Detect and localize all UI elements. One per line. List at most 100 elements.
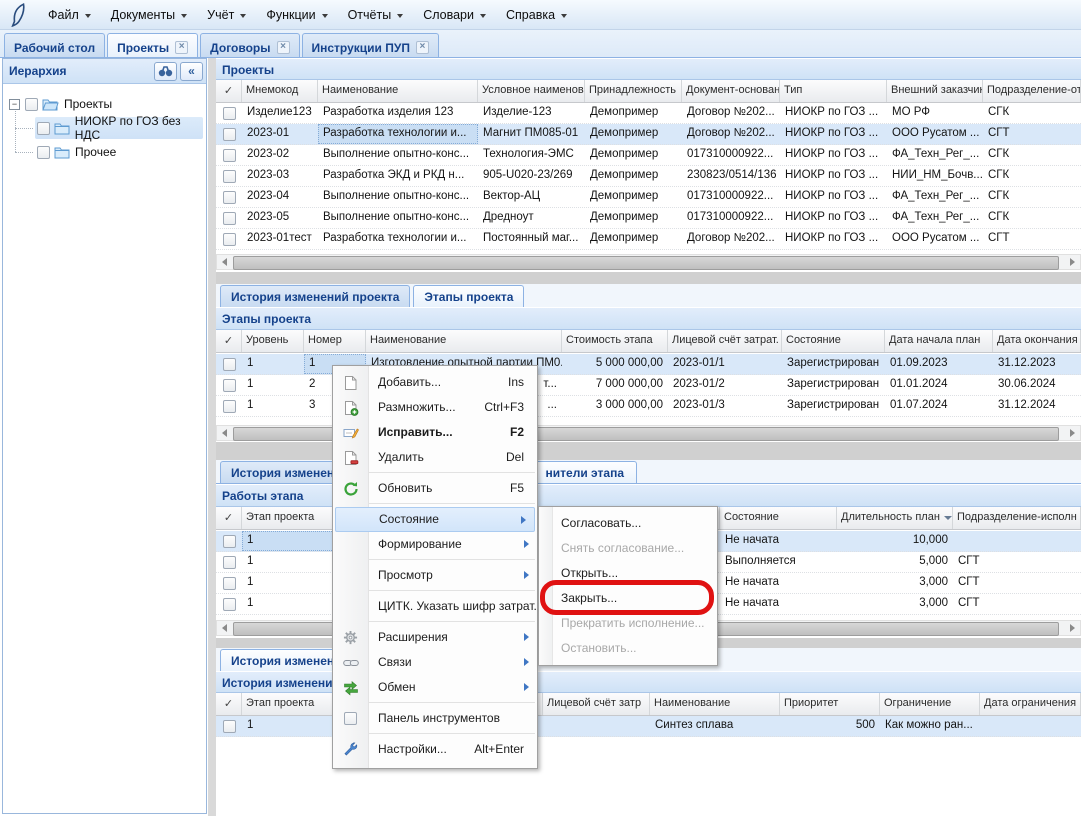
tab-close-icon[interactable]: × xyxy=(175,41,188,54)
menubar-item-dictionaries[interactable]: Словари xyxy=(413,4,496,26)
row-checkbox[interactable] xyxy=(223,577,236,590)
works-select-all-header[interactable]: ✓ xyxy=(216,507,242,529)
projects-select-all-header[interactable]: ✓ xyxy=(216,80,242,102)
context-menu-item-links[interactable]: Связи xyxy=(333,650,537,675)
stages-column-header-7[interactable]: Дата окончания п xyxy=(993,330,1081,352)
projects-column-header-4[interactable]: Документ-основан xyxy=(682,80,780,102)
tree-checkbox[interactable] xyxy=(25,98,38,111)
row-checkbox[interactable] xyxy=(223,128,236,141)
projects-column-header-3[interactable]: Принадлежность xyxy=(585,80,682,102)
window-tab-projects[interactable]: Проекты× xyxy=(107,33,198,57)
scroll-right-icon[interactable] xyxy=(1070,624,1075,632)
menubar-item-file[interactable]: Файл xyxy=(38,4,101,26)
menubar-item-accounting[interactable]: Учёт xyxy=(197,4,256,26)
stages-select-all-header[interactable]: ✓ xyxy=(216,330,242,352)
stages-tab-1[interactable]: Этапы проекта xyxy=(413,285,524,307)
search-button[interactable] xyxy=(154,62,177,81)
tree-collapse-icon[interactable]: − xyxy=(9,99,20,110)
stages-column-header-4[interactable]: Лицевой счёт затрат. xyxy=(668,330,782,352)
row-checkbox[interactable] xyxy=(223,191,236,204)
row-checkbox[interactable] xyxy=(223,212,236,225)
stages-column-header-6[interactable]: Дата начала план xyxy=(885,330,993,352)
menubar-item-help[interactable]: Справка xyxy=(496,4,577,26)
projects-row-3[interactable]: 2023-03Разработка ЭКД и РКД н...905-U020… xyxy=(216,166,1081,187)
works-column-header-1[interactable]: Состояние xyxy=(720,507,837,529)
context-menu-item-duplicate[interactable]: Размножить...Ctrl+F3 xyxy=(333,395,537,420)
row-checkbox[interactable] xyxy=(223,233,236,246)
projects-column-header-5[interactable]: Тип xyxy=(780,80,887,102)
context-menu-item-exchange[interactable]: Обмен xyxy=(333,675,537,700)
collapse-panel-button[interactable]: « xyxy=(180,62,203,81)
stages-column-header-2[interactable]: Наименование xyxy=(366,330,562,352)
row-checkbox[interactable] xyxy=(223,149,236,162)
row-checkbox[interactable] xyxy=(223,170,236,183)
row-checkbox[interactable] xyxy=(223,720,236,733)
history-column-header-5[interactable]: Дата ограничения xyxy=(980,693,1081,715)
scroll-left-icon[interactable] xyxy=(222,429,227,437)
tree-checkbox[interactable] xyxy=(37,146,50,159)
vertical-splitter[interactable] xyxy=(208,58,216,816)
menubar-item-reports[interactable]: Отчёты xyxy=(338,4,414,26)
tab-close-icon[interactable]: × xyxy=(416,41,429,54)
projects-column-header-6[interactable]: Внешний заказчик xyxy=(887,80,983,102)
scroll-thumb[interactable] xyxy=(233,256,1059,270)
context-menu-item-delete[interactable]: УдалитьDel xyxy=(333,445,537,470)
projects-column-header-2[interactable]: Условное наименова xyxy=(478,80,585,102)
stages-column-header-3[interactable]: Стоимость этапа xyxy=(562,330,668,352)
scroll-left-icon[interactable] xyxy=(222,624,227,632)
projects-row-0[interactable]: Изделие123Разработка изделия 123Изделие-… xyxy=(216,103,1081,124)
context-menu-item-state[interactable]: Состояние xyxy=(335,507,535,532)
history-column-header-3[interactable]: Приоритет xyxy=(780,693,880,715)
projects-row-1[interactable]: 2023-01Разработка технологии и...Магнит … xyxy=(216,124,1081,145)
row-checkbox[interactable] xyxy=(223,107,236,120)
horizontal-splitter[interactable] xyxy=(216,272,1081,284)
projects-column-header-7[interactable]: Подразделение-от xyxy=(983,80,1081,102)
projects-row-5[interactable]: 2023-05Выполнение опытно-конс...Дредноут… xyxy=(216,208,1081,229)
works-column-header-0[interactable]: Этап проекта xyxy=(242,507,334,529)
stages-tab-0[interactable]: История изменений проекта xyxy=(220,285,410,307)
context-menu-item-formation[interactable]: Формирование xyxy=(333,532,537,557)
menubar-item-functions[interactable]: Функции xyxy=(256,4,337,26)
scroll-left-icon[interactable] xyxy=(222,258,227,266)
stages-column-header-5[interactable]: Состояние xyxy=(782,330,885,352)
row-checkbox[interactable] xyxy=(223,400,236,413)
window-tab-desktop[interactable]: Рабочий стол xyxy=(4,33,105,57)
row-checkbox[interactable] xyxy=(223,379,236,392)
tree-node-1[interactable]: Прочее xyxy=(3,140,206,164)
projects-row-2[interactable]: 2023-02Выполнение опытно-конс...Технолог… xyxy=(216,145,1081,166)
works-column-header-2[interactable]: Длительность план xyxy=(837,507,953,529)
projects-row-6[interactable]: 2023-01тестРазработка технологии и...Пос… xyxy=(216,229,1081,250)
stages-column-header-0[interactable]: Уровень xyxy=(242,330,304,352)
context-menu-item-citk-cost-code[interactable]: ЦИТК. Указать шифр затрат... xyxy=(333,594,537,619)
projects-column-header-1[interactable]: Наименование xyxy=(318,80,478,102)
scroll-right-icon[interactable] xyxy=(1070,258,1075,266)
history-column-header-2[interactable]: Наименование xyxy=(650,693,780,715)
window-tab-pup-instructions[interactable]: Инструкции ПУП× xyxy=(302,33,439,57)
row-checkbox[interactable] xyxy=(223,598,236,611)
context-menu-item-view[interactable]: Просмотр xyxy=(333,563,537,588)
row-checkbox[interactable] xyxy=(223,358,236,371)
tree-checkbox[interactable] xyxy=(37,122,50,135)
tree-node-root[interactable]: −Проекты xyxy=(3,92,206,116)
projects-row-4[interactable]: 2023-04Выполнение опытно-конс...Вектор-А… xyxy=(216,187,1081,208)
tree-node-0[interactable]: НИОКР по ГОЗ без НДС xyxy=(3,116,206,140)
row-checkbox[interactable] xyxy=(223,556,236,569)
stages-column-header-1[interactable]: Номер xyxy=(304,330,366,352)
history-column-header-4[interactable]: Ограничение xyxy=(880,693,980,715)
context-menu-item-extensions[interactable]: Расширения xyxy=(333,625,537,650)
projects-column-header-0[interactable]: Мнемокод xyxy=(242,80,318,102)
projects-hscrollbar[interactable] xyxy=(216,254,1081,270)
menubar-item-documents[interactable]: Документы xyxy=(101,4,197,26)
tab-close-icon[interactable]: × xyxy=(277,41,290,54)
history-column-header-1[interactable]: Лицевой счёт затр xyxy=(543,693,650,715)
history-select-all-header[interactable]: ✓ xyxy=(216,693,242,715)
row-checkbox[interactable] xyxy=(223,535,236,548)
history-column-header-0[interactable]: Этап проекта xyxy=(242,693,334,715)
context-menu-item-refresh[interactable]: ОбновитьF5 xyxy=(333,476,537,501)
scroll-right-icon[interactable] xyxy=(1070,429,1075,437)
context-menu-item-settings[interactable]: Настройки...Alt+Enter xyxy=(333,737,537,762)
window-tab-contracts[interactable]: Договоры× xyxy=(200,33,299,57)
context-menu-item-add[interactable]: Добавить...Ins xyxy=(333,370,537,395)
context-menu-item-edit[interactable]: Исправить...F2 xyxy=(333,420,537,445)
works-column-header-3[interactable]: Подразделение-исполн xyxy=(953,507,1081,529)
